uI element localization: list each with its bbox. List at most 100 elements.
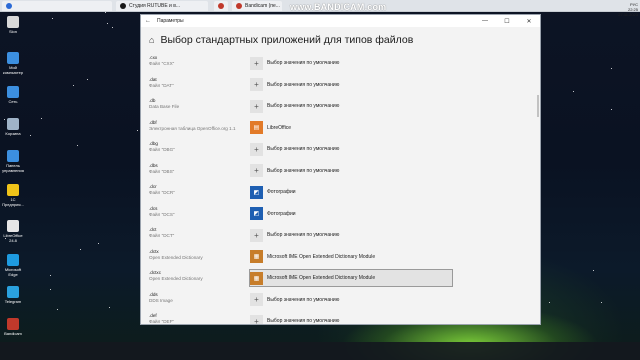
default-app-button[interactable]: + Выбор значения по умолчанию [250, 163, 452, 179]
extension-label: .dct [149, 227, 157, 232]
plus-icon: + [250, 314, 263, 324]
default-app-label: Microsoft IME Open Extended Dictionary M… [267, 253, 376, 260]
close-button[interactable]: ✕ [518, 15, 540, 27]
default-app-button[interactable]: ▤ LibreOffice [250, 120, 452, 136]
star-dot [549, 302, 550, 303]
shortcut-icon [7, 286, 19, 298]
shortcut-icon [7, 86, 19, 98]
star-dot [50, 289, 51, 290]
extension-description: Open Extended Dictionary [149, 254, 203, 260]
desktop-shortcut[interactable]: Мой компьютер [2, 52, 24, 75]
default-app-button[interactable]: ◩ Фотографии [250, 184, 452, 200]
plus-icon: + [250, 142, 263, 156]
desktop-shortcut[interactable]: Bandicam [2, 318, 24, 336]
file-extension: .def Файл "DEF" [149, 313, 174, 324]
default-app-label: Выбор значения по умолчанию [267, 146, 340, 152]
star-dot [87, 79, 88, 80]
extension-description: Файл "DCR" [149, 190, 175, 195]
default-app-button[interactable]: ◩ Фотографии [250, 206, 452, 222]
extension-label: .dctxc [149, 270, 161, 275]
desktop-shortcut[interactable]: Slon [2, 16, 24, 34]
file-type-list: .cxx Файл "CXX" + Выбор значения по умолчан… [141, 53, 540, 324]
browser-tab-strip: www.BANDICAM.com Студия RUTUBE и в... Ban… [0, 0, 640, 12]
extension-label: .dcr [149, 184, 157, 189]
system-clock: РУС 22:25 27.11.2023 [618, 2, 638, 17]
default-app-button[interactable]: + Выбор значения по умолчанию [250, 313, 452, 324]
file-type-row: .dbs Файл "DBS" + Выбор значения по умолчан… [149, 161, 540, 183]
file-type-row: .db Data Base File + Выбор значения по умол… [149, 96, 540, 118]
maximize-button[interactable]: ☐ [496, 15, 518, 27]
extension-label: .dbg [149, 141, 158, 146]
shortcut-icon [7, 254, 19, 266]
default-app-button[interactable]: + Выбор значения по умолчанию [250, 227, 452, 243]
browser-tab[interactable]: Студия RUTUBE и в... [116, 1, 208, 11]
desktop-shortcut[interactable]: Панель управления [2, 150, 24, 173]
desktop-shortcut[interactable]: Сеть [2, 86, 24, 104]
minimize-button[interactable]: — [474, 15, 496, 27]
file-type-row: .dct Файл "DCT" + Выбор значения по умолчан… [149, 225, 540, 247]
shortcut-label: Мой компьютер [2, 65, 24, 75]
home-icon[interactable]: ⌂ [149, 35, 154, 45]
scrollbar[interactable] [537, 95, 539, 117]
star-dot [57, 309, 58, 310]
browser-tab[interactable]: Bandicam (пе... [232, 1, 282, 11]
extension-description: Файл "DAT" [149, 82, 174, 88]
tab-label: Bandicam (пе... [245, 3, 280, 9]
file-extension: .dds DDS Image [149, 292, 173, 304]
default-app-button[interactable]: ▦ Microsoft IME Open Extended Dictionary … [249, 269, 453, 287]
desktop-shortcut[interactable]: 1С Предприя... [2, 184, 24, 207]
shortcut-icon [7, 220, 19, 232]
tab-favicon-icon [120, 3, 126, 9]
file-extension: .dat Файл "DAT" [149, 77, 174, 89]
extension-label: .dctx [149, 248, 159, 254]
default-app-button[interactable]: + Выбор значения по умолчанию [250, 141, 452, 157]
default-app-button[interactable]: + Выбор значения по умолчанию [250, 98, 452, 114]
default-app-label: Выбор значения по умолчанию [267, 167, 340, 174]
desktop-shortcut[interactable]: Telegram [2, 286, 24, 304]
extension-description: Open Extended Dictionary [149, 276, 203, 281]
file-type-row: .dbg Файл "DBG" + Выбор значения по умолчан… [149, 139, 540, 161]
browser-tab[interactable] [2, 1, 112, 11]
file-extension: .dbs Файл "DBS" [149, 163, 174, 175]
browser-tab[interactable] [214, 1, 228, 11]
default-app-label: Выбор значения по умолчанию [267, 232, 340, 238]
back-arrow-icon[interactable]: ← [145, 18, 151, 24]
settings-window: ← Параметры — ☐ ✕ ⌂ Выбор стандартных пр… [140, 14, 541, 325]
plus-icon: + [250, 228, 263, 242]
shortcut-label: LibreOffice 24.8 [3, 233, 23, 243]
plus-icon: + [250, 164, 263, 177]
shortcut-icon [7, 184, 19, 196]
desktop-shortcut[interactable]: Корзина [2, 118, 24, 136]
desktop-shortcut[interactable]: Microsoft Edge [2, 254, 24, 277]
default-app-button[interactable]: + Выбор значения по умолчанию [250, 77, 452, 93]
default-app-label: Выбор значения по умолчанию [267, 296, 340, 303]
shortcut-icon [7, 150, 19, 162]
star-dot [601, 302, 602, 303]
shortcut-label: Slon [8, 29, 17, 34]
extension-label: .dat [149, 76, 157, 82]
star-dot [109, 307, 110, 308]
default-app-button[interactable]: ▦ Microsoft IME Open Extended Dictionary … [250, 249, 452, 265]
plus-icon: + [250, 99, 263, 113]
default-app-button[interactable]: + Выбор значения по умолчанию [250, 55, 452, 71]
star-dot [50, 275, 51, 276]
star-dot [611, 109, 612, 110]
tab-label: Студия RUTUBE и в... [129, 3, 181, 9]
page-header: ⌂ Выбор стандартных приложений для типов… [141, 27, 540, 53]
desktop-shortcut[interactable]: LibreOffice 24.8 [2, 220, 24, 243]
file-type-row: .dat Файл "DAT" + Выбор значения по умолчан… [149, 75, 540, 97]
shortcut-icon [7, 318, 19, 330]
window-titlebar: ← Параметры — ☐ ✕ [141, 15, 540, 27]
plus-icon: + [250, 56, 263, 70]
default-app-label: Выбор значения по умолчанию [267, 318, 340, 324]
bandicam-watermark: www.BANDICAM.com [290, 2, 387, 12]
file-type-row: .def Файл "DEF" + Выбор значения по умолчан… [149, 311, 540, 324]
file-extension: .dctx Open Extended Dictionary [149, 249, 203, 261]
star-dot [77, 145, 78, 146]
star-dot [73, 85, 74, 86]
default-app-label: Фотографии [267, 210, 296, 217]
clock-date: 27.11.2023 [618, 12, 638, 17]
star-dot [137, 130, 138, 131]
default-app-button[interactable]: + Выбор значения по умолчанию [250, 292, 452, 308]
file-extension: .dctxc Open Extended Dictionary [149, 270, 203, 282]
